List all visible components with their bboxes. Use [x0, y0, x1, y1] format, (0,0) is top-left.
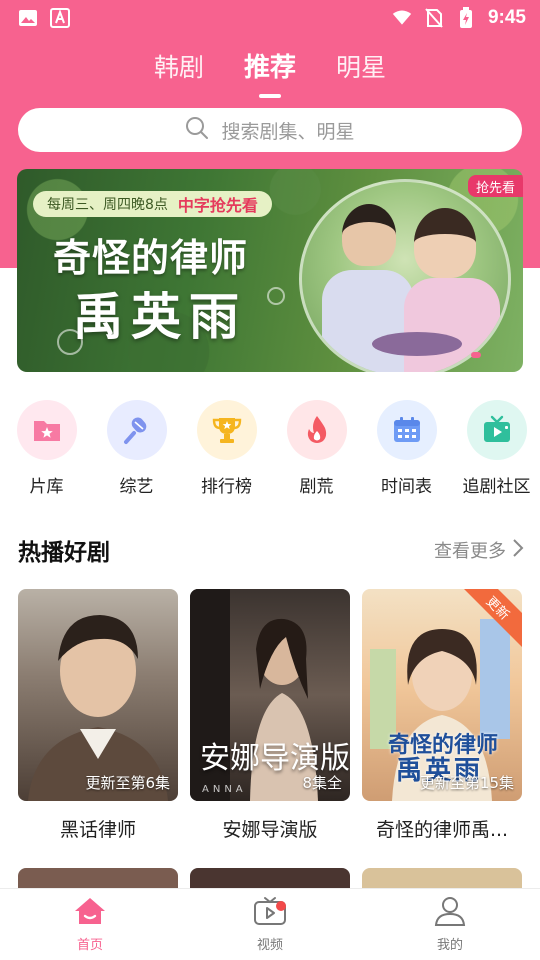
- drama-poster: 奇怪的律师 禹英雨 更新 更新至第15集: [362, 589, 522, 801]
- top-tabs: 韩剧 推荐 明星: [0, 48, 540, 88]
- search-icon: [185, 116, 209, 144]
- nav-label: 我的: [436, 938, 463, 953]
- actor-figure: [342, 204, 396, 266]
- battery-charging-icon: [456, 7, 476, 28]
- category-label: 时间表: [381, 477, 432, 497]
- drama-card-list: 更新至第6集 黑话律师 安娜导演版 ANNA 8集全 安娜导演版 奇怪的律师 禹…: [18, 589, 522, 842]
- category-ranking[interactable]: 排行榜: [183, 400, 270, 497]
- category-label: 综艺: [119, 477, 154, 497]
- plate-decoration: [372, 332, 462, 356]
- drama-card[interactable]: 更新至第6集 黑话律师: [18, 589, 178, 842]
- portrait-illustration: [28, 615, 168, 801]
- banner-artwork: [299, 179, 511, 372]
- wifi-icon: [392, 8, 412, 28]
- search-placeholder: 搜索剧集、明星: [221, 120, 355, 143]
- notification-dot: [276, 901, 286, 911]
- flame-icon: [286, 400, 347, 460]
- category-row: 片库 综艺 排行榜 剧荒 时间表 追剧社区: [0, 400, 540, 497]
- banner-tag: 中字抢先看: [177, 196, 258, 215]
- drama-title: 奇怪的律师禹...: [375, 819, 509, 841]
- view-more-link[interactable]: 查看更多: [434, 537, 524, 563]
- banner-page-indicator: [471, 352, 481, 358]
- category-variety[interactable]: 综艺: [93, 400, 180, 497]
- tab-korean-drama[interactable]: 韩剧: [154, 48, 204, 88]
- trophy-icon: [196, 400, 257, 460]
- tab-stars[interactable]: 明星: [336, 48, 386, 88]
- actress-figure: [404, 278, 500, 372]
- nav-video[interactable]: 视频: [180, 889, 360, 960]
- poster-caption: ANNA: [202, 784, 247, 795]
- category-label: 片库: [29, 477, 64, 497]
- drama-card[interactable]: 安娜导演版 ANNA 8集全 安娜导演版: [190, 589, 350, 842]
- search-input[interactable]: 搜索剧集、明星: [18, 108, 522, 152]
- actress-figure: [414, 208, 476, 278]
- category-film-library[interactable]: 片库: [3, 400, 90, 497]
- category-drama-shortage[interactable]: 剧荒: [273, 400, 360, 497]
- category-label: 剧荒: [299, 477, 334, 497]
- category-community[interactable]: 追剧社区: [453, 400, 540, 497]
- drama-poster: 更新至第6集: [18, 589, 178, 801]
- episode-status: 更新至第6集: [85, 774, 170, 792]
- actor-figure: [322, 270, 414, 372]
- microphone-icon: [106, 400, 167, 460]
- banner-badge: 抢先看: [467, 175, 523, 197]
- banner-title-line1: 奇怪的律师: [53, 235, 249, 280]
- section-title: 热播好剧: [18, 540, 110, 566]
- episode-status: 8集全: [302, 774, 342, 792]
- nav-label: 视频: [256, 938, 283, 953]
- banner-schedule-pill: 每周三、周四晚8点 中字抢先看: [33, 191, 272, 217]
- nav-home[interactable]: 首页: [0, 889, 180, 960]
- drama-card[interactable]: 奇怪的律师 禹英雨 更新 更新至第15集 奇怪的律师禹...: [362, 589, 522, 842]
- bottom-navigation: 首页 视频 我的: [0, 888, 540, 960]
- drama-poster: 安娜导演版 ANNA 8集全: [190, 589, 350, 801]
- banner-schedule: 每周三、周四晚8点: [47, 197, 168, 213]
- clock: 9:45: [487, 7, 526, 28]
- status-bar: 9:45: [0, 0, 540, 36]
- drama-title: 黑话律师: [59, 819, 136, 841]
- episode-status: 更新至第15集: [419, 774, 514, 792]
- view-more-label: 查看更多: [434, 541, 506, 562]
- banner-title-line2: 禹英雨: [73, 287, 247, 346]
- chevron-right-icon: [512, 538, 524, 563]
- tab-recommend[interactable]: 推荐: [244, 48, 296, 88]
- category-schedule[interactable]: 时间表: [363, 400, 450, 497]
- drama-title: 安娜导演版: [222, 819, 318, 841]
- no-sim-icon: [424, 8, 444, 28]
- bubble-decoration: [57, 329, 83, 355]
- profile-icon: [433, 896, 467, 930]
- category-label: 排行榜: [201, 477, 252, 497]
- gallery-icon: [18, 8, 38, 28]
- font-app-icon: [50, 8, 70, 28]
- category-label: 追剧社区: [462, 477, 531, 497]
- poster-title-art: 安娜导演版: [200, 741, 350, 776]
- film-library-icon: [16, 400, 77, 460]
- nav-profile[interactable]: 我的: [360, 889, 540, 960]
- bubble-decoration: [267, 287, 285, 305]
- calendar-icon: [376, 400, 437, 460]
- promo-banner[interactable]: 每周三、周四晚8点 中字抢先看 奇怪的律师 禹英雨 抢先看: [17, 169, 523, 372]
- tv-icon: [466, 400, 527, 460]
- home-icon: [73, 896, 107, 930]
- nav-label: 首页: [76, 938, 103, 953]
